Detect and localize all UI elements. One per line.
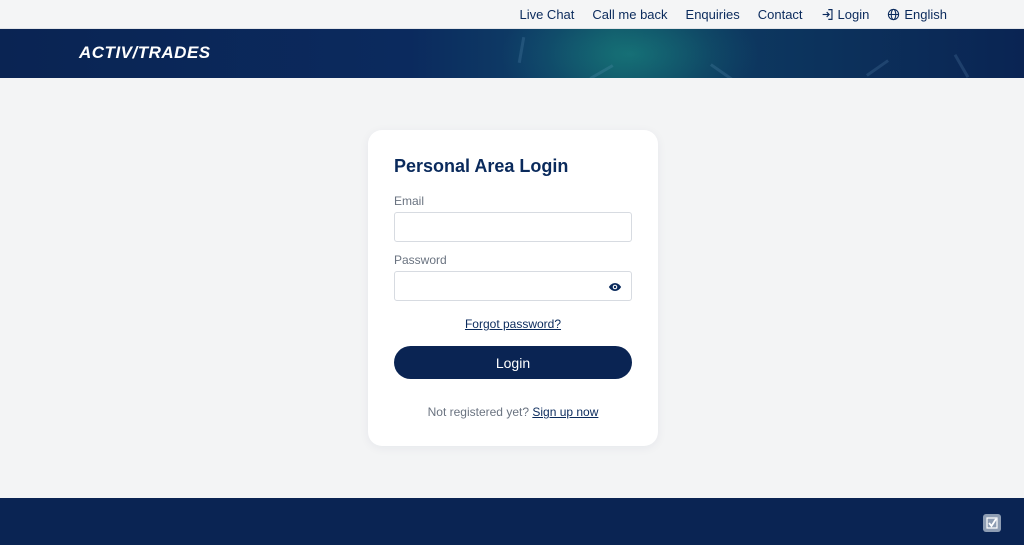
password-label: Password	[394, 253, 447, 267]
logo-part-1: Activ	[79, 43, 133, 62]
email-label: Email	[394, 194, 425, 208]
login-button[interactable]: Login	[394, 346, 632, 379]
contact-link[interactable]: Contact	[758, 7, 803, 22]
signup-prompt-text: Not registered yet?	[427, 405, 529, 419]
enquiries-link[interactable]: Enquiries	[686, 7, 740, 22]
login-icon	[822, 9, 833, 20]
banner-decoration	[953, 53, 970, 78]
login-card: Personal Area Login Email Password Forgo…	[368, 130, 658, 446]
login-title: Personal Area Login	[394, 156, 569, 176]
password-field-wrapper	[394, 271, 632, 301]
logo-part-2: Trades	[137, 43, 211, 62]
eye-icon[interactable]	[608, 280, 622, 294]
globe-icon	[888, 8, 900, 21]
password-field[interactable]	[395, 272, 631, 300]
email-field-wrapper	[394, 212, 632, 242]
call-me-back-link[interactable]: Call me back	[592, 7, 667, 22]
footer	[0, 498, 1024, 545]
activtrades-logo[interactable]: Activ/Trades	[79, 43, 211, 63]
checkmark-badge-icon[interactable]	[983, 514, 1001, 532]
top-nav: Live Chat Call me back Enquiries Contact…	[519, 0, 947, 29]
checkmark-icon	[986, 517, 998, 529]
forgot-password-link[interactable]: Forgot password?	[368, 317, 658, 331]
email-field[interactable]	[395, 213, 631, 241]
brand-banner: Activ/Trades	[0, 29, 1024, 78]
signup-link[interactable]: Sign up now	[532, 405, 598, 419]
language-selector[interactable]: English	[887, 7, 947, 22]
signup-prompt: Not registered yet? Sign up now	[368, 405, 658, 419]
top-utility-bar: Live Chat Call me back Enquiries Contact…	[0, 0, 1024, 29]
top-login-link[interactable]: Login	[821, 7, 869, 22]
banner-decoration	[865, 59, 890, 77]
live-chat-link[interactable]: Live Chat	[519, 7, 574, 22]
